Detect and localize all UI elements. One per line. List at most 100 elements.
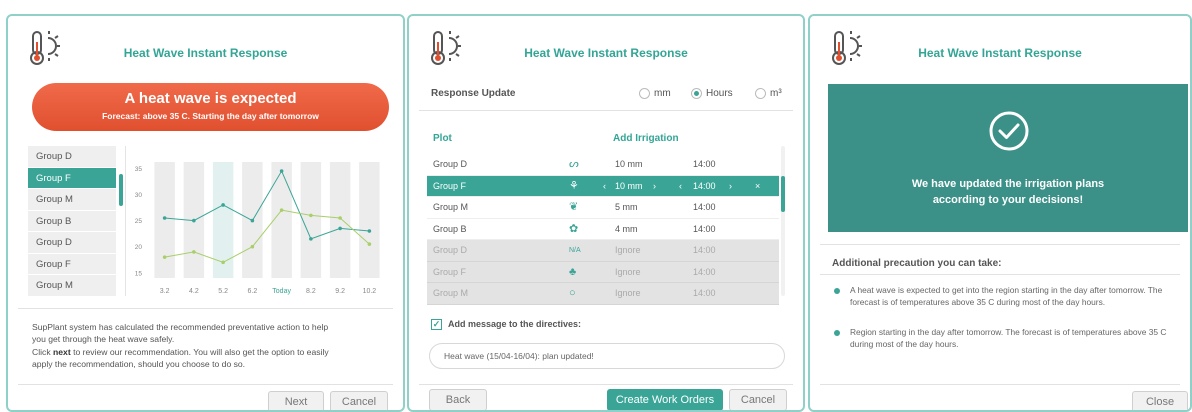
decrease-time-icon[interactable]: ‹ bbox=[679, 176, 682, 198]
x-tick-label: 4.2 bbox=[189, 288, 199, 295]
unit-label: m³ bbox=[770, 88, 782, 100]
herb-icon: ❦ bbox=[569, 201, 579, 213]
data-point bbox=[309, 237, 313, 241]
divider bbox=[18, 384, 393, 385]
group-list-item[interactable]: Group D bbox=[28, 146, 116, 168]
table-row[interactable]: Group D N/A Ignore 14:00 bbox=[427, 240, 779, 262]
checkbox-checked-icon[interactable]: ✓ bbox=[431, 319, 442, 331]
response-update-panel: Heat Wave Instant Response Response Upda… bbox=[407, 14, 805, 412]
data-point bbox=[162, 255, 167, 259]
day-column-bar bbox=[271, 162, 292, 278]
group-list-item[interactable]: Group M bbox=[28, 275, 116, 297]
table-row[interactable]: Group F ♣ Ignore 14:00 bbox=[427, 261, 779, 283]
back-button[interactable]: Back bbox=[429, 389, 487, 410]
time-value: 14:00 bbox=[693, 202, 716, 212]
time-value: 14:00 bbox=[693, 266, 716, 277]
table-row[interactable]: Group B ✿ 4 mm 14:00 bbox=[427, 219, 779, 240]
group-list-item[interactable]: Group B bbox=[28, 210, 116, 232]
sprout-icon: ᔕ bbox=[569, 158, 579, 170]
app-title: Heat Wave Instant Response bbox=[123, 46, 288, 60]
data-point bbox=[250, 218, 255, 223]
x-tick-label: 9.2 bbox=[335, 288, 345, 295]
time-value: 14:00 bbox=[693, 245, 716, 255]
precaution-item: A heat wave is expected to get into the … bbox=[832, 284, 1182, 308]
divider bbox=[125, 146, 126, 296]
plot-name: Group M bbox=[433, 202, 469, 212]
plot-name: Group M bbox=[433, 288, 469, 298]
success-text: We have updated the irrigation plans bbox=[911, 178, 1105, 190]
day-column-bar bbox=[300, 162, 322, 278]
plant-icon: ⚘ bbox=[569, 179, 579, 192]
amount-value: Ignore bbox=[615, 288, 641, 298]
amount-value: 5 mm bbox=[615, 202, 638, 212]
divider bbox=[820, 244, 1180, 245]
message-input[interactable]: Heat wave (15/04-16/04): plan updated! bbox=[429, 343, 785, 369]
data-point bbox=[192, 250, 196, 254]
data-point bbox=[279, 169, 284, 173]
group-list-item[interactable]: Group F bbox=[28, 253, 116, 275]
temperature-chart: 3.2 4.2 5.2 6.2 Today 8.2 9.2 10.2 15 20 25 30 35 bbox=[135, 162, 380, 295]
radio-button[interactable] bbox=[755, 88, 766, 99]
success-banner: We have updated the irrigation plans acc… bbox=[828, 84, 1188, 232]
table-scrollbar[interactable] bbox=[781, 176, 785, 212]
x-tick-label: Today bbox=[272, 288, 291, 295]
create-work-orders-button[interactable]: Create Work Orders bbox=[607, 389, 723, 410]
radio-button[interactable] bbox=[691, 88, 702, 99]
increase-amount-icon[interactable]: › bbox=[653, 176, 656, 198]
table-row[interactable]: Group M ○ Ignore 14:00 bbox=[427, 283, 779, 305]
group-list-scrollbar[interactable] bbox=[119, 174, 123, 206]
next-button[interactable]: Next bbox=[268, 391, 324, 410]
precaution-title: Additional precaution you can take: bbox=[832, 258, 1002, 269]
divider bbox=[820, 384, 1180, 385]
group-list-item[interactable]: Group M bbox=[28, 189, 116, 211]
precaution-item: Region starting in the day after tomorro… bbox=[832, 326, 1182, 350]
unit-label: mm bbox=[654, 88, 671, 100]
amount-value: 4 mm bbox=[615, 223, 638, 234]
y-tick-label: 25 bbox=[135, 218, 143, 225]
plot-name: Group F bbox=[433, 180, 467, 191]
x-tick-label: 5.2 bbox=[218, 288, 228, 295]
group-list-item[interactable]: Group F bbox=[28, 167, 116, 189]
unit-option-mm[interactable]: mm bbox=[639, 88, 671, 99]
check-circle-icon bbox=[989, 111, 1029, 151]
data-point bbox=[162, 216, 167, 220]
time-value: 14:00 bbox=[693, 180, 716, 191]
table-scroll-track bbox=[781, 146, 785, 296]
confirmation-panel: Heat Wave Instant Response We have updat… bbox=[808, 14, 1192, 412]
plot-name: Group B bbox=[433, 223, 467, 234]
cancel-button[interactable]: Cancel bbox=[729, 389, 787, 410]
table-row[interactable]: Group F ⚘ ‹ 10 mm › ‹ 14:00 › × bbox=[427, 175, 779, 198]
na-icon: N/A bbox=[569, 247, 581, 254]
description-text: Click bbox=[32, 346, 54, 357]
plot-name: Group D bbox=[433, 159, 468, 169]
description-text: you get through the heat wave safely. bbox=[32, 334, 175, 345]
app-title: Heat Wave Instant Response bbox=[918, 46, 1082, 60]
table-row[interactable]: Group M ❦ 5 mm 14:00 bbox=[427, 197, 779, 219]
unit-option-hours[interactable]: Hours bbox=[691, 88, 733, 99]
add-message-checkbox[interactable]: ✓ Add message to the directives: bbox=[431, 319, 581, 331]
divider bbox=[419, 110, 793, 111]
divider bbox=[820, 274, 1180, 275]
clear-row-icon[interactable]: × bbox=[755, 176, 760, 198]
day-column-bar bbox=[329, 162, 351, 278]
day-column-bar bbox=[154, 162, 175, 278]
table-row[interactable]: Group D ᔕ 10 mm 14:00 bbox=[427, 154, 779, 176]
app-title: Heat Wave Instant Response bbox=[524, 46, 688, 60]
cancel-button[interactable]: Cancel bbox=[330, 391, 388, 410]
decrease-amount-icon[interactable]: ‹ bbox=[603, 176, 606, 198]
data-point bbox=[367, 242, 372, 246]
unit-option-m3[interactable]: m³ bbox=[755, 88, 782, 99]
increase-time-icon[interactable]: › bbox=[729, 176, 732, 198]
alert-subtitle: Forecast: above 35 C. Starting the day a… bbox=[102, 111, 319, 121]
data-point bbox=[221, 260, 225, 265]
plot-name: Group D bbox=[433, 245, 468, 255]
group-list-item[interactable]: Group D bbox=[28, 232, 116, 254]
close-button[interactable]: Close bbox=[1132, 391, 1188, 410]
heat-wave-alert-banner: A heat wave is expected Forecast: above … bbox=[32, 83, 389, 131]
panel-header: Heat Wave Instant Response bbox=[409, 28, 803, 72]
radio-button[interactable] bbox=[639, 88, 650, 99]
group-list: Group D Group F Group M Group B Group D Group… bbox=[28, 146, 116, 297]
amount-value: Ignore bbox=[615, 266, 641, 277]
x-tick-label: 3.2 bbox=[160, 288, 170, 295]
panel-header: Heat Wave Instant Response bbox=[810, 28, 1190, 72]
